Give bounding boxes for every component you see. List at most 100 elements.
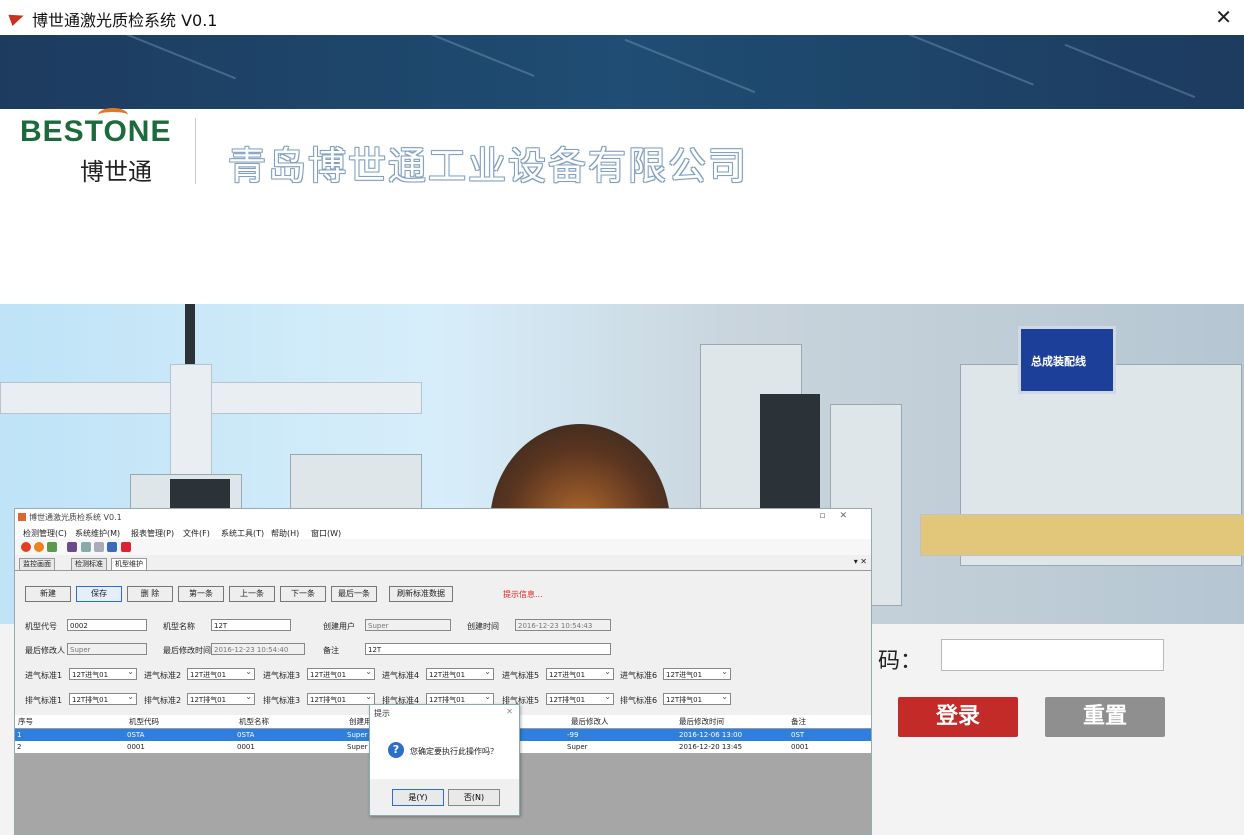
logo-english: BESTONE [20,115,172,148]
intake-standard-select[interactable]: 12T进气01 [546,666,614,680]
menu-item-help[interactable]: 帮助(H) [271,528,299,539]
header-banner [0,35,1244,109]
column-header[interactable]: 序号 [18,715,33,728]
exhaust-standard-select[interactable]: 12T排气01 [663,691,731,705]
model-name-label: 机型名称 [163,622,195,631]
app-title-bar: 博世通激光质检系统 V0.1 ▫✕ [15,509,871,525]
exhaust-standard-select[interactable]: 12T排气01 [546,691,614,705]
app-window-title: 博世通激光质检系统 V0.1 [29,513,122,522]
first-record-button[interactable]: 第一条 [178,586,224,602]
table-cell: 0001 [237,743,255,751]
reset-button[interactable]: 重置 [1045,697,1165,737]
menu-item-tools[interactable]: 系统工具(T) [221,528,264,539]
confirm-dialog: 提示 ✕ ? 您确定要执行此操作吗？ 是(Y) 否(N) [369,704,520,816]
exit-icon[interactable] [121,542,131,552]
exhaust-standard-select[interactable]: 12T排气01 [307,691,375,705]
settings-icon[interactable] [34,542,44,552]
menu-item-file[interactable]: 文件(F) [183,528,210,539]
menu-item-report[interactable]: 报表管理(P) [131,528,174,539]
intake-standard-label: 进气标准5 [502,671,540,680]
intake-standard-select[interactable]: 12T进气01 [187,666,255,680]
delete-button[interactable]: 删 除 [127,586,173,602]
model-name-field[interactable]: 12T [211,619,291,631]
table-cell: 0001 [127,743,145,751]
menu-item-system[interactable]: 系统维护(M) [75,528,120,539]
intake-standard-label: 进气标准2 [144,671,182,680]
exhaust-standard-select[interactable]: 12T排气01 [187,691,255,705]
menu-item-check[interactable]: 检测管理(C) [23,528,67,539]
table-cell: Super [347,743,368,751]
remark-label: 备注 [323,646,339,655]
exhaust-standard-label: 排气标准2 [144,696,182,705]
tab-monitor[interactable]: 监控画面 [19,558,55,570]
password-label: 码： [878,649,923,674]
new-button[interactable]: 新建 [25,586,71,602]
table-cell: 1 [17,731,22,739]
exhaust-standard-select[interactable]: 12T排气01 [69,691,137,705]
next-record-button[interactable]: 下一条 [280,586,326,602]
dialog-close-icon[interactable]: ✕ [506,707,513,716]
last-modifier-label: 最后修改人 [25,646,65,655]
intake-standard-label: 进气标准1 [25,671,63,680]
title-bar: 博世通激光质检系统 V0.1 ✕ [0,0,1244,35]
model-code-field[interactable]: 0002 [67,619,147,631]
yes-button[interactable]: 是(Y) [392,789,444,806]
tab-controls[interactable]: ▾ ✕ [854,557,867,566]
hint-text: 提示信息... [503,590,543,599]
password-input[interactable] [941,639,1164,671]
login-button[interactable]: 登录 [898,697,1018,737]
table-cell: 0STA [127,731,145,739]
search-icon[interactable] [94,542,104,552]
menu-item-window[interactable]: 窗口(W) [311,528,341,539]
column-header[interactable]: 最后修改人 [571,715,609,728]
intake-standard-select[interactable]: 12T进气01 [69,666,137,680]
column-header[interactable]: 备注 [791,715,806,728]
column-header[interactable]: 机型名称 [239,715,269,728]
intake-standard-select[interactable]: 12T进气01 [426,666,494,680]
save-button[interactable]: 保存 [76,586,122,602]
dialog-footer: 是(Y) 否(N) [370,779,519,815]
exhaust-standard-label: 排气标准3 [263,696,301,705]
intake-standard-label: 进气标准3 [263,671,301,680]
no-button[interactable]: 否(N) [448,789,500,806]
toolbar [15,539,871,555]
logo-divider [195,118,196,184]
user-icon[interactable] [67,542,77,552]
exhaust-standard-label: 排气标准6 [620,696,658,705]
copy-icon[interactable] [81,542,91,552]
window-title: 博世通激光质检系统 V0.1 [32,11,218,30]
tab-model[interactable]: 机型维护 [111,558,147,570]
intake-standard-label: 进气标准6 [620,671,658,680]
intake-standard-select[interactable]: 12T进气01 [663,666,731,680]
dialog-title: 提示 [374,709,390,718]
create-time-label: 创建时间 [467,622,499,631]
last-modify-time-label: 最后修改时间 [163,646,211,655]
prev-record-button[interactable]: 上一条 [229,586,275,602]
calendar-icon[interactable] [107,542,117,552]
table-icon[interactable] [47,542,57,552]
dialog-message: 您确定要执行此操作吗？ [410,747,498,756]
table-cell: Super [567,743,588,751]
table-cell: 0ST [791,731,805,739]
column-header[interactable]: 最后修改时间 [679,715,724,728]
create-user-field: Super [365,619,451,631]
last-modifier-field: Super [67,643,147,655]
refresh-standard-button[interactable]: 刷新标准数据 [389,586,453,602]
create-user-label: 创建用户 [323,622,355,631]
close-icon[interactable]: ✕ [1215,5,1232,29]
assembly-line-sign-text: 总成装配线 [1031,355,1086,368]
intake-standard-select[interactable]: 12T进气01 [307,666,375,680]
company-name: 青岛博世通工业设备有限公司 [228,144,749,188]
app-window-icon [18,513,26,521]
menu-bar: 检测管理(C) 系统维护(M) 报表管理(P) 文件(F) 系统工具(T) 帮助… [15,525,871,539]
question-icon: ? [388,742,404,758]
tab-standard[interactable]: 检测标准 [71,558,107,570]
table-cell: 0STA [237,731,255,739]
tab-strip: 监控画面 检测标准 机型维护 ▾ ✕ [15,556,871,571]
last-record-button[interactable]: 最后一条 [331,586,377,602]
remark-field[interactable]: 12T [365,643,611,655]
logo-chinese: 博世通 [80,158,152,186]
window-controls[interactable]: ▫✕ [819,511,861,521]
column-header[interactable]: 机型代码 [129,715,159,728]
stop-icon[interactable] [21,542,31,552]
